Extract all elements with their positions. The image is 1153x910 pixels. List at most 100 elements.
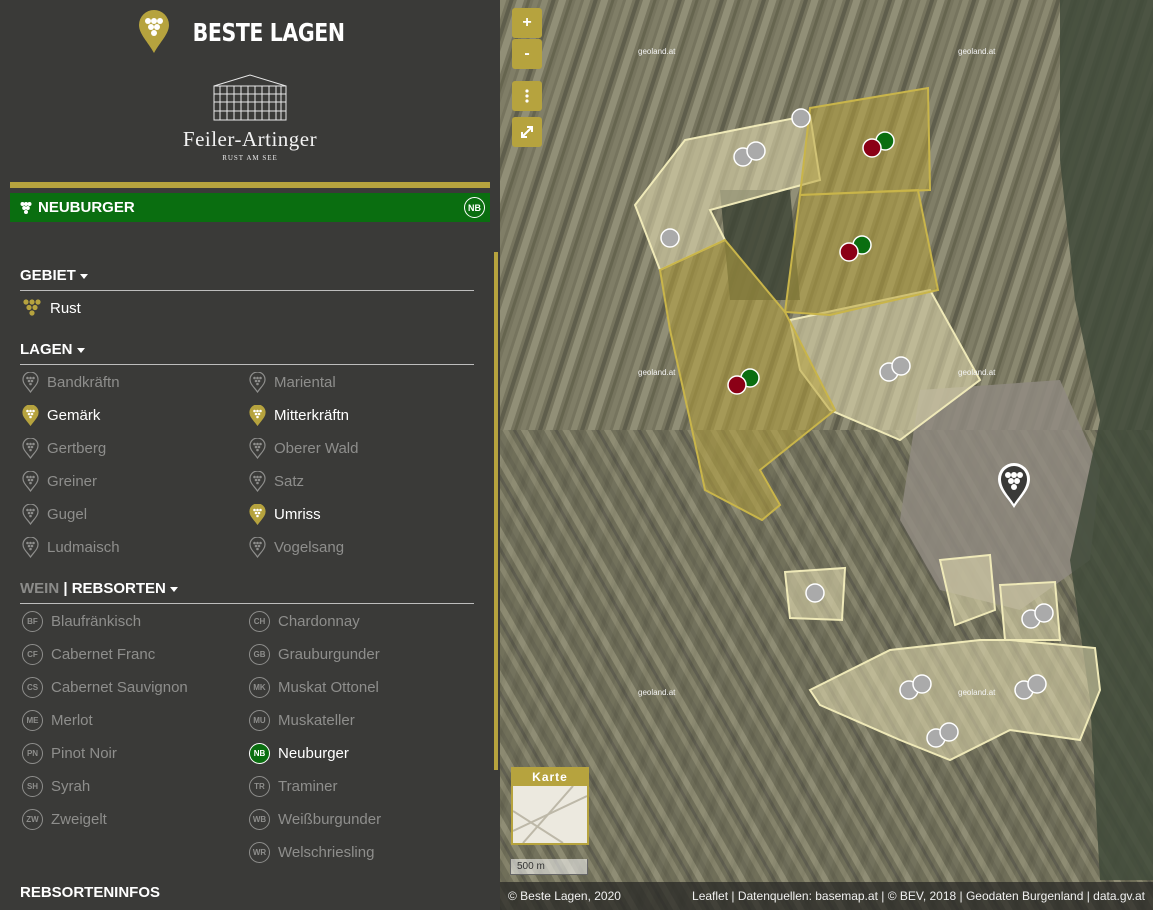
expand-icon: [521, 126, 533, 138]
rebsorte-item[interactable]: GB Grauburgunder: [249, 644, 380, 665]
brand-header[interactable]: BESTE LAGEN: [0, 10, 500, 59]
rebsorte-label: Traminer: [278, 778, 338, 795]
zoom-out-button[interactable]: -: [512, 39, 542, 69]
lage-item[interactable]: Mariental: [249, 372, 336, 393]
copyright-text: © Beste Lagen, 2020: [508, 889, 621, 903]
map-markers-layer: [660, 108, 1054, 748]
variety-code-badge: CF: [22, 644, 43, 665]
lage-item[interactable]: Satz: [249, 471, 304, 492]
lage-pin-icon: [22, 537, 39, 558]
lage-pin-icon: [249, 471, 266, 492]
lage-label: Mitterkräftn: [274, 407, 350, 424]
vineyard-marker[interactable]: [746, 141, 766, 161]
heading-separator: |: [59, 580, 72, 597]
lage-item[interactable]: Greiner: [22, 471, 97, 492]
lage-item[interactable]: Gugel: [22, 504, 87, 525]
lage-label: Umriss: [274, 506, 321, 523]
minimap-toggle[interactable]: Karte: [511, 767, 589, 845]
rebsorte-label: Muskateller: [278, 712, 355, 729]
variety-code-badge: PN: [22, 743, 43, 764]
variety-code-badge: WB: [249, 809, 270, 830]
rebsorte-item[interactable]: ME Merlot: [22, 710, 93, 731]
variety-code-badge: BF: [22, 611, 43, 632]
lage-label: Ludmaisch: [47, 539, 120, 556]
rebsorteninfos-heading[interactable]: REBSORTENINFOS: [20, 884, 474, 907]
lage-pin-icon: [22, 372, 39, 393]
vineyard-marker-red[interactable]: [727, 375, 747, 395]
rebsorte-label: Merlot: [51, 712, 93, 729]
vineyard-marker[interactable]: [660, 228, 680, 248]
variety-code-badge: WR: [249, 842, 270, 863]
vineyard-marker-red[interactable]: [839, 242, 859, 262]
rebsorte-item[interactable]: BF Blaufränkisch: [22, 611, 141, 632]
map-attribution: © Beste Lagen, 2020 Leaflet | Datenquell…: [500, 882, 1153, 910]
sidebar-scrollbar[interactable]: [494, 252, 498, 770]
variety-code-badge: ME: [22, 710, 43, 731]
lage-item[interactable]: Umriss: [249, 504, 321, 525]
more-options-button[interactable]: [512, 81, 542, 111]
rebsorte-item[interactable]: CH Chardonnay: [249, 611, 360, 632]
lage-item[interactable]: Gemärk: [22, 405, 100, 426]
lage-label: Greiner: [47, 473, 98, 490]
variety-code-badge: MU: [249, 710, 270, 731]
selected-variety-banner[interactable]: NEUBURGER NB: [10, 193, 490, 222]
rebsorte-label: Cabernet Franc: [51, 646, 156, 663]
caret-down-icon: [169, 586, 178, 592]
winery-name: Feiler-Artinger: [182, 127, 318, 151]
vineyard-marker[interactable]: [805, 583, 825, 603]
lagen-heading[interactable]: LAGEN: [20, 341, 474, 365]
rebsorte-label: Welschriesling: [278, 844, 375, 861]
rebsorte-item[interactable]: CS Cabernet Sauvignon: [22, 677, 188, 698]
rebsorte-item[interactable]: NB Neuburger: [249, 743, 349, 764]
gebiet-item-rust[interactable]: Rust: [22, 298, 81, 318]
rebsorten-heading[interactable]: WEIN | REBSORTEN: [20, 580, 474, 604]
gebiet-heading[interactable]: GEBIET: [20, 267, 474, 291]
vineyard-marker[interactable]: [939, 722, 959, 742]
map-view[interactable]: geoland.at geoland.at geoland.at geoland…: [500, 0, 1153, 910]
zoom-in-button[interactable]: +: [512, 8, 542, 38]
rebsorte-label: Grauburgunder: [278, 646, 380, 663]
winery-logo[interactable]: Feiler-Artinger RUST AM SEE: [175, 72, 325, 162]
wein-tab[interactable]: WEIN: [20, 580, 59, 597]
vineyard-marker[interactable]: [912, 674, 932, 694]
rebsorte-label: Weißburgunder: [278, 811, 382, 828]
variety-code-badge: CS: [22, 677, 43, 698]
caret-down-icon: [79, 273, 88, 279]
street-map-thumbnail: [512, 785, 588, 844]
gebiet-heading-label: GEBIET: [20, 267, 76, 284]
variety-code-badge: NB: [249, 743, 270, 764]
selected-variety-label: NEUBURGER: [38, 199, 135, 216]
lage-item[interactable]: Oberer Wald: [249, 438, 358, 459]
vineyard-marker[interactable]: [1034, 603, 1054, 623]
rebsorte-item[interactable]: TR Traminer: [249, 776, 337, 797]
rebsorten-tab[interactable]: REBSORTEN: [72, 580, 166, 597]
rebsorte-item[interactable]: SH Syrah: [22, 776, 90, 797]
attribution-links[interactable]: Leaflet | Datenquellen: basemap.at | © B…: [692, 889, 1145, 903]
lage-item[interactable]: Mitterkräftn: [249, 405, 349, 426]
lage-label: Bandkräftn: [47, 374, 120, 391]
vertical-dots-icon: [525, 89, 529, 103]
rebsorte-label: Zweigelt: [51, 811, 107, 828]
rebsorte-item[interactable]: WR Welschriesling: [249, 842, 374, 863]
vineyard-marker-red[interactable]: [862, 138, 882, 158]
rebsorte-item[interactable]: WB Weißburgunder: [249, 809, 381, 830]
vineyard-marker[interactable]: [791, 108, 811, 128]
lage-item[interactable]: Gertberg: [22, 438, 106, 459]
lage-item[interactable]: Vogelsang: [249, 537, 344, 558]
rebsorte-item[interactable]: ZW Zweigelt: [22, 809, 107, 830]
lage-item[interactable]: Bandkräftn: [22, 372, 120, 393]
rebsorte-item[interactable]: MU Muskateller: [249, 710, 355, 731]
vineyard-marker[interactable]: [891, 356, 911, 376]
variety-code-badge: ZW: [22, 809, 43, 830]
rebsorte-item[interactable]: PN Pinot Noir: [22, 743, 117, 764]
rebsorte-item[interactable]: CF Cabernet Franc: [22, 644, 155, 665]
vineyard-marker[interactable]: [1027, 674, 1047, 694]
sidebar: BESTE LAGEN Feiler-Artinger RUST AM SEE: [0, 0, 500, 910]
winery-location-pin-icon[interactable]: [996, 462, 1032, 510]
lage-item[interactable]: Ludmaisch: [22, 537, 120, 558]
lage-label: Satz: [274, 473, 305, 490]
rebsorte-item[interactable]: MK Muskat Ottonel: [249, 677, 379, 698]
fullscreen-button[interactable]: [512, 117, 542, 147]
lage-pin-icon: [22, 504, 39, 525]
lage-label: Gugel: [47, 506, 88, 523]
